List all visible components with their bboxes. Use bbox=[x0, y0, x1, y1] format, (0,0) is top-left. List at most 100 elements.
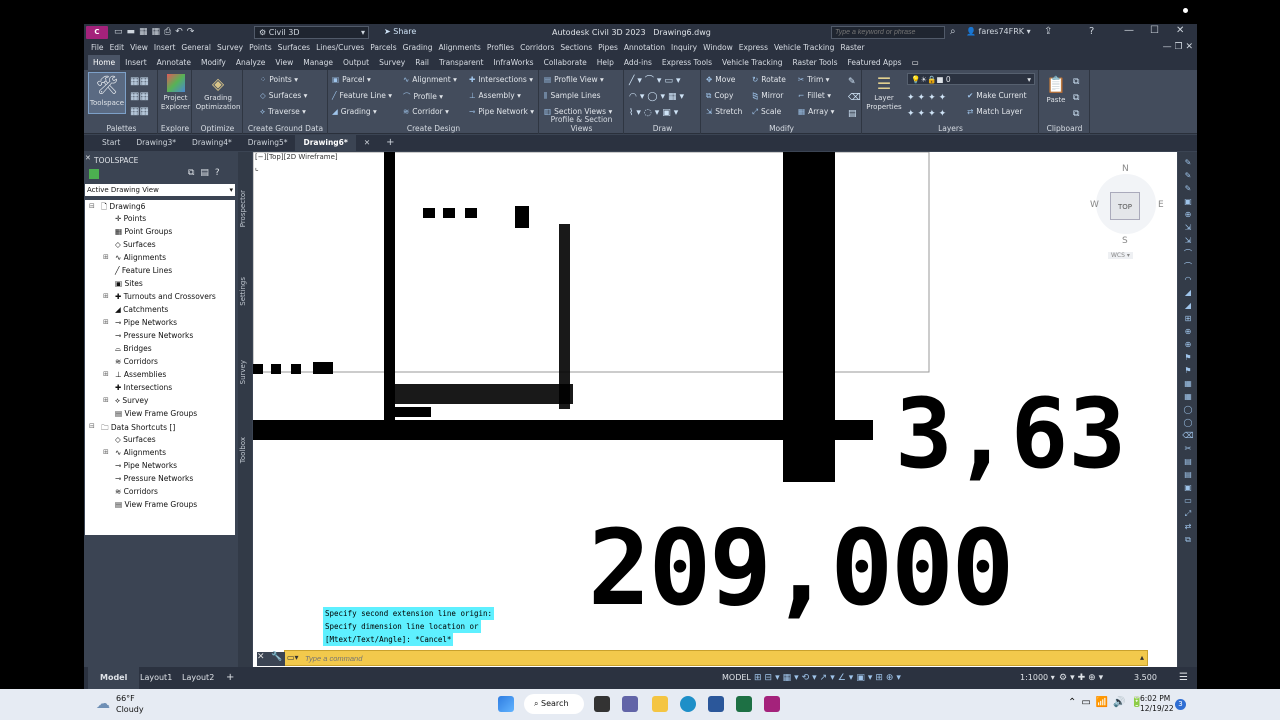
doc-tab[interactable]: Drawing3* bbox=[128, 135, 184, 151]
expand-icon[interactable]: ⊞ bbox=[103, 396, 109, 404]
tree-item[interactable]: ∿ Alignments bbox=[115, 253, 166, 262]
share-button[interactable]: ➤ Share bbox=[384, 27, 416, 36]
menu-item[interactable]: Express bbox=[736, 41, 771, 55]
fillet-button[interactable]: ⌐ Fillet ▾ bbox=[798, 91, 831, 100]
menu-item[interactable]: General bbox=[178, 41, 214, 55]
system-tray-icons[interactable]: ⌃▭📶🔊🔋 bbox=[1068, 697, 1148, 708]
tree-item[interactable]: ⊸ Pipe Networks bbox=[115, 318, 177, 327]
doc-tab[interactable]: Drawing5* bbox=[240, 135, 296, 151]
points-button[interactable]: ⁘ Points ▾ bbox=[260, 75, 298, 84]
menu-item[interactable]: Inquiry bbox=[668, 41, 700, 55]
doc-tab-active[interactable]: Drawing6* bbox=[295, 135, 356, 151]
status-tool-icons[interactable]: ⚙▾✚⊕▾ bbox=[1059, 667, 1106, 689]
tab-express-tools[interactable]: Express Tools bbox=[657, 55, 717, 70]
command-input[interactable] bbox=[305, 652, 1125, 664]
menu-item[interactable]: Annotation bbox=[621, 41, 668, 55]
feature-line-button[interactable]: ╱ Feature Line ▾ bbox=[332, 91, 392, 100]
modify-extra-icons[interactable]: ✎ ⌫ ▤ bbox=[848, 74, 861, 122]
new-tab-icon[interactable]: + bbox=[378, 135, 402, 151]
compass-n[interactable]: N bbox=[1122, 164, 1129, 174]
alignment-button[interactable]: ∿ Alignment ▾ bbox=[403, 75, 457, 84]
tree-item[interactable]: ✚ Turnouts and Crossovers bbox=[115, 292, 216, 301]
paste-button[interactable]: 📋 Paste bbox=[1043, 74, 1069, 104]
panel-title[interactable]: Draw bbox=[625, 124, 700, 133]
expand-icon[interactable]: ⊞ bbox=[103, 448, 109, 456]
menu-item[interactable]: Pipes bbox=[595, 41, 621, 55]
parcel-button[interactable]: ▣ Parcel ▾ bbox=[332, 75, 371, 84]
expand-icon[interactable]: ⊞ bbox=[103, 370, 109, 378]
tab-manage[interactable]: Manage bbox=[298, 55, 338, 70]
toolspace-button[interactable]: 🛠 Toolspace bbox=[88, 72, 126, 114]
expand-icon[interactable]: ⊞ bbox=[103, 292, 109, 300]
panel-title[interactable]: Create Design bbox=[329, 124, 538, 133]
panel-title[interactable]: Modify bbox=[702, 124, 861, 133]
tree-item[interactable]: ▣ Sites bbox=[115, 279, 143, 288]
tab-vehicle-tracking[interactable]: Vehicle Tracking bbox=[717, 55, 787, 70]
menu-item[interactable]: Insert bbox=[151, 41, 179, 55]
drafting-toggle-icons[interactable]: ⊞⊟▾▦▾⟲▾↗▾∠▾▣▾⊞⊕▾ bbox=[754, 667, 904, 689]
tree-item[interactable]: ⊥ Assemblies bbox=[115, 370, 166, 379]
search-icon[interactable]: ⌕ bbox=[950, 26, 956, 37]
tab-rail[interactable]: Rail bbox=[410, 55, 434, 70]
menu-item[interactable]: Parcels bbox=[367, 41, 399, 55]
side-tab-toolbox[interactable]: Toolbox bbox=[239, 437, 247, 463]
profile-view-button[interactable]: ▤ Profile View ▾ bbox=[544, 75, 604, 84]
palette-icons[interactable]: ▦▦ ▦▦ ▦▦ bbox=[130, 74, 149, 119]
toolspace-view-icon[interactable] bbox=[89, 169, 99, 179]
menu-item[interactable]: Surfaces bbox=[275, 41, 313, 55]
tab-layout2[interactable]: Layout2 bbox=[182, 667, 214, 689]
menu-item[interactable]: View bbox=[127, 41, 151, 55]
doc-tab[interactable]: Start bbox=[94, 135, 128, 151]
clock[interactable]: 6:02 PM 12/19/22 bbox=[1140, 694, 1174, 714]
help-search-input[interactable] bbox=[831, 26, 945, 39]
clipboard-extra-icons[interactable]: ⧉ ⧉ ⧉ bbox=[1073, 74, 1079, 122]
menu-item[interactable]: Sections bbox=[557, 41, 595, 55]
layer-dropdown[interactable]: 💡☀🔒■ 0 ▾ bbox=[907, 73, 1035, 85]
side-tab-survey[interactable]: Survey bbox=[239, 360, 247, 384]
menu-item[interactable]: Grading bbox=[400, 41, 436, 55]
pipe-network-button[interactable]: ⊸ Pipe Network ▾ bbox=[469, 107, 534, 116]
tree-item[interactable]: ⊸ Pressure Networks bbox=[115, 474, 193, 483]
tab-modify[interactable]: Modify bbox=[196, 55, 231, 70]
notification-badge[interactable]: 3 bbox=[1175, 699, 1186, 710]
stretch-button[interactable]: ⇲ Stretch bbox=[706, 107, 742, 116]
close-button[interactable]: ✕ bbox=[1176, 25, 1184, 36]
mirror-button[interactable]: ⧎ Mirror bbox=[752, 91, 783, 100]
word-icon[interactable] bbox=[708, 696, 724, 712]
tab-addins[interactable]: Add-ins bbox=[619, 55, 657, 70]
tab-layout1[interactable]: Layout1 bbox=[140, 667, 172, 689]
help-icon[interactable]: ? bbox=[1089, 26, 1094, 37]
intersections-button[interactable]: ✚ Intersections ▾ bbox=[469, 75, 533, 84]
tree-item[interactable]: ✛ Points bbox=[115, 214, 146, 223]
menu-item[interactable]: Vehicle Tracking bbox=[771, 41, 837, 55]
tab-infraworks[interactable]: InfraWorks bbox=[488, 55, 538, 70]
tree-item[interactable]: ◇ Surfaces bbox=[115, 435, 156, 444]
compass-w[interactable]: W bbox=[1090, 200, 1099, 210]
command-customize-icon[interactable]: 🔧 bbox=[271, 652, 285, 666]
panel-title[interactable]: Create Ground Data bbox=[244, 124, 327, 133]
scale-button[interactable]: ⤢ Scale bbox=[752, 107, 781, 117]
move-button[interactable]: ✥ Move bbox=[706, 75, 735, 84]
tree-item-data-shortcuts[interactable]: 🗀 Data Shortcuts [] bbox=[101, 422, 175, 435]
command-recent-icon[interactable]: ▭▾ bbox=[287, 653, 299, 662]
cart-icon[interactable]: ⇪ bbox=[1044, 26, 1052, 37]
tab-survey[interactable]: Survey bbox=[374, 55, 410, 70]
tab-output[interactable]: Output bbox=[338, 55, 374, 70]
tab-annotate[interactable]: Annotate bbox=[152, 55, 196, 70]
workspace-select[interactable]: ⚙ Civil 3D ▾ bbox=[254, 26, 369, 39]
tree-item[interactable]: ╱ Feature Lines bbox=[115, 266, 172, 275]
maximize-button[interactable]: ☐ bbox=[1150, 25, 1159, 36]
grading-optimization-button[interactable]: ◈ Grading Optimization bbox=[195, 74, 241, 112]
tree-item[interactable]: ⊸ Pressure Networks bbox=[115, 331, 193, 340]
side-tab-settings[interactable]: Settings bbox=[239, 277, 247, 306]
collapse-icon[interactable]: ⊟ bbox=[89, 202, 95, 210]
tree-item[interactable]: ∿ Alignments bbox=[115, 448, 166, 457]
annotation-scale[interactable]: 1:1000 ▾ bbox=[1020, 667, 1055, 689]
draw-tool-icons[interactable]: ╱▾⌒▾▭▾ ◠▾◯▾▦▾ ⌇▾◌▾▣▾ bbox=[629, 73, 687, 121]
file-explorer-icon[interactable] bbox=[652, 696, 668, 712]
panel-title[interactable]: Layers bbox=[863, 124, 1038, 133]
expand-icon[interactable]: ⊞ bbox=[103, 318, 109, 326]
tree-item[interactable]: ⌓ Bridges bbox=[115, 344, 152, 354]
minimize-button[interactable]: — bbox=[1124, 25, 1134, 36]
rotate-button[interactable]: ↻ Rotate bbox=[752, 75, 786, 84]
